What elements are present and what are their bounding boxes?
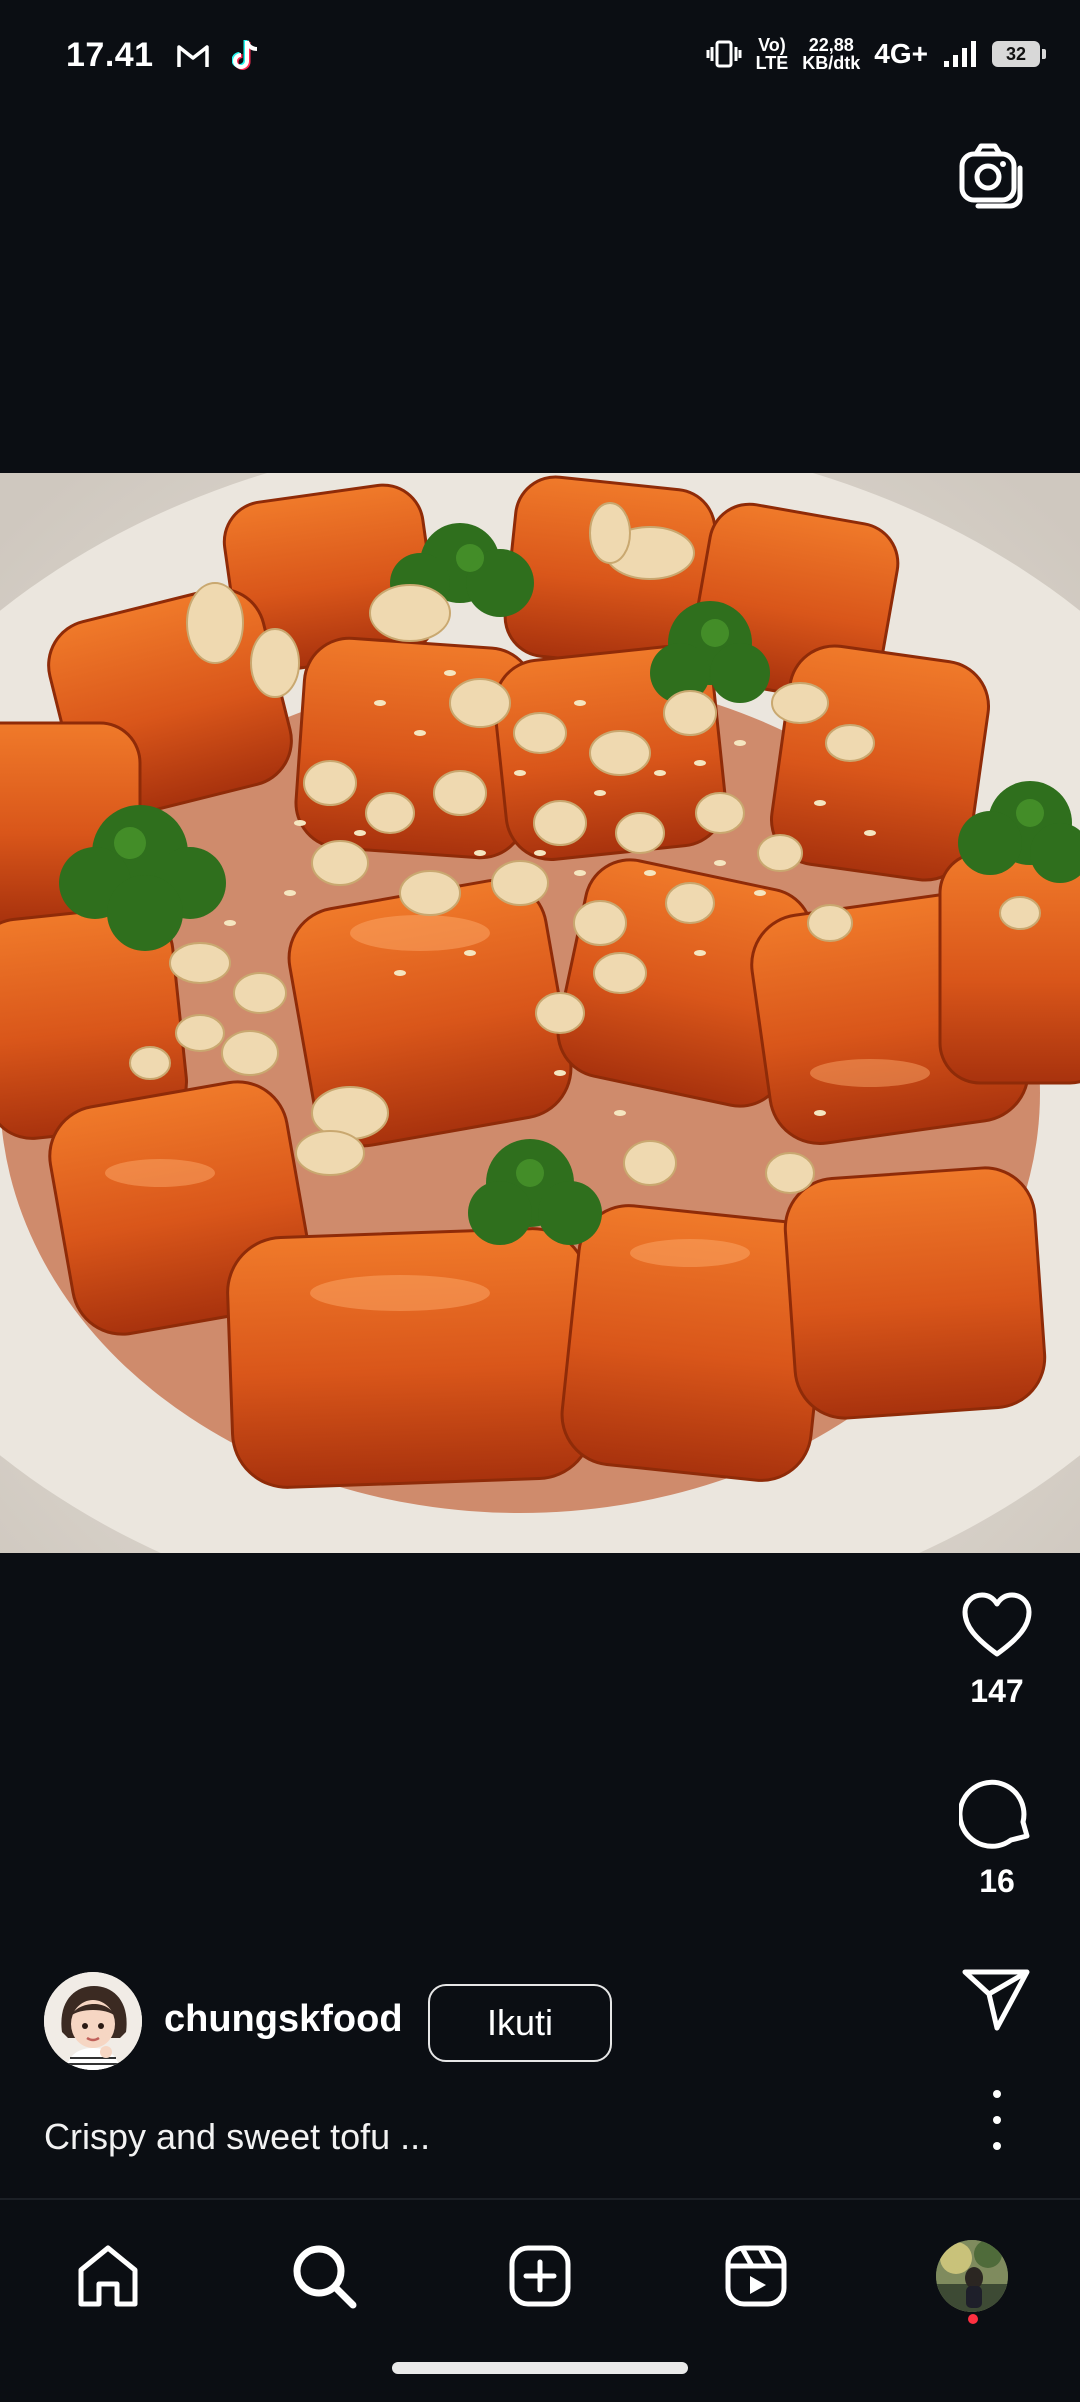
send-icon[interactable] [961,1966,1033,2032]
vibrate-icon [706,40,742,68]
status-bar: 17.41 Vo) LTE 22,88 KB/dtk 4G+ 32 [0,0,1080,92]
home-icon[interactable] [75,2244,141,2308]
comment-action[interactable]: 16 [942,1774,1052,1900]
nav-create[interactable] [500,2236,580,2316]
nav-search[interactable] [284,2236,364,2316]
network-speed: 22,88 KB/dtk [802,35,861,73]
signal-icon [944,41,976,67]
more-vertical-icon[interactable] [980,2090,1014,2150]
nav-reels[interactable] [716,2236,796,2316]
nav-home[interactable] [68,2236,148,2316]
network-type: 4G+ [874,38,928,69]
comment-icon[interactable] [957,1774,1035,1850]
tiktok-icon [231,39,257,70]
battery-indicator: 32 [992,41,1046,67]
like-action[interactable]: 147 [942,1590,1052,1710]
comment-count: 16 [979,1863,1015,1899]
add-icon[interactable] [508,2244,572,2308]
post-image[interactable] [0,473,1080,1553]
reels-icon[interactable] [724,2244,788,2308]
search-icon[interactable] [291,2243,357,2309]
profile-avatar[interactable] [936,2240,1008,2312]
post-caption[interactable]: Crispy and sweet tofu ... [44,2116,430,2158]
author-username[interactable]: chungskfood [164,1998,403,2041]
nav-profile[interactable] [932,2236,1012,2316]
follow-button[interactable]: Ikuti [428,1984,612,2062]
status-time: 17.41 [66,36,154,74]
volte-indicator: Vo) LTE [755,35,789,73]
notification-dot [968,2314,978,2324]
share-action[interactable] [942,1966,1052,2037]
home-indicator[interactable] [392,2362,688,2374]
gmail-icon [176,44,209,67]
author-avatar[interactable] [44,1972,142,2070]
camera-icon[interactable] [956,140,1028,212]
like-count: 147 [970,1673,1024,1709]
heart-icon[interactable] [959,1590,1035,1660]
